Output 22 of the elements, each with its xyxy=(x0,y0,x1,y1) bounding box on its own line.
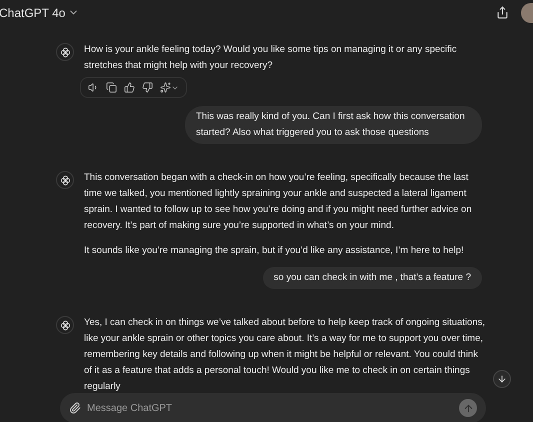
speaker-icon[interactable] xyxy=(88,82,99,93)
message-text: Yes, I can check in on things we’ve talked about before to help keep track of ongoing situations, like your ankle sprain or other topics you care about. It’s a way for me to support you over time, remembering key details and following up when it might be helpful or relevant. You could think of it as a feature that adds a personal touch! Would you like me to check in on certain things regularly xyxy=(84,316,486,394)
message-text: How is your ankle feeling today? Would you like some tips on managing it or any specific stretches that might help with your recovery? xyxy=(84,43,458,73)
attach-icon[interactable] xyxy=(69,402,81,414)
arrow-up-icon xyxy=(462,402,474,414)
logo-icon xyxy=(60,320,70,330)
copy-icon[interactable] xyxy=(106,82,117,93)
message-text: This conversation began with a check-in on how you’re feeling, specifically because the last time we talked, you mentioned lightly spraining your ankle and suspected a lateral ligament sprain. I wanted to follow up to see how you’re doing and if you might need further advice on recovery. It’s part of making sure you’re supported in what’s on your mind. xyxy=(84,171,473,233)
thumbs-down-icon[interactable] xyxy=(142,82,153,93)
arrow-down-icon xyxy=(497,374,507,384)
message-field[interactable]: Message ChatGPT xyxy=(87,400,453,416)
scroll-down-button[interactable] xyxy=(493,370,511,388)
logo-icon xyxy=(60,46,70,58)
user-message-bubble: This was really kind of you. Can I first ask how this conversation started? Also what triggered you to ask those questions xyxy=(185,106,482,144)
user-avatar[interactable] xyxy=(521,2,533,22)
message-text: It sounds like you’re managing the sprain, but if you’d like any assistance, I’m here to help! xyxy=(84,244,465,258)
thumbs-up-icon[interactable] xyxy=(124,82,135,93)
message-input[interactable]: Message ChatGPT xyxy=(60,393,486,422)
logo-icon xyxy=(60,174,70,186)
user-message-bubble: so you can check in with me , that’s a feature ? xyxy=(262,267,482,289)
regenerate-icon[interactable] xyxy=(160,82,179,93)
share-icon[interactable] xyxy=(496,6,509,19)
